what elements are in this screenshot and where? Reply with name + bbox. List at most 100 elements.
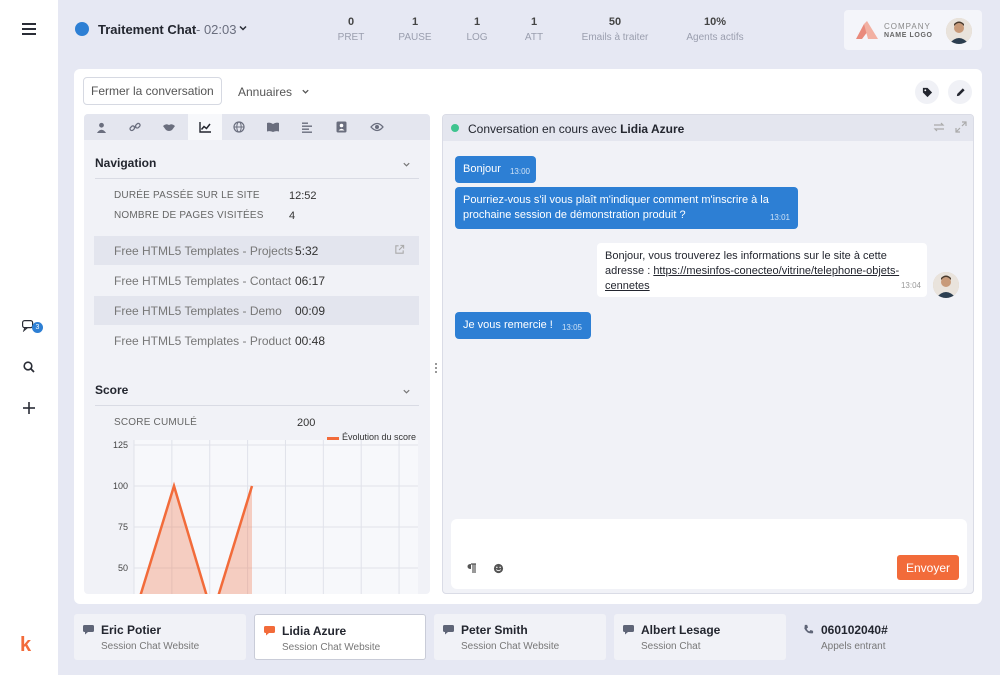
- message-link[interactable]: https://mesinfos-conecteo/vitrine/teleph…: [653, 265, 899, 277]
- visited-page-time: 06:17: [295, 274, 326, 288]
- align-left-icon: [302, 122, 312, 133]
- navigation-section-title: Navigation: [95, 156, 157, 170]
- cumulative-score-value: 200: [297, 417, 316, 429]
- tag-icon: [922, 87, 932, 97]
- transfer-icon[interactable]: [933, 121, 945, 136]
- eye-icon: [370, 122, 384, 132]
- session-type: Session Chat Website: [101, 641, 200, 652]
- chat-icon: [264, 625, 275, 639]
- pages-visited-label: NOMBRE DE PAGES VISITÉES: [114, 210, 264, 221]
- visited-page-time: 00:09: [295, 304, 326, 318]
- pencil-icon: [956, 87, 965, 96]
- message-text-line: Pourriez-vous s'il vous plaît m'indiquer…: [463, 194, 769, 206]
- score-section-title: Score: [95, 383, 129, 397]
- session-name: Eric Potier: [101, 623, 162, 637]
- incoming-message: Bonjour 13:00: [455, 156, 536, 183]
- tab-contact[interactable]: [84, 114, 118, 140]
- session-name: Lidia Azure: [282, 624, 347, 638]
- directories-label: Annuaires: [238, 85, 293, 99]
- session-type: Session Chat: [641, 641, 701, 652]
- session-name: 060102040#: [821, 623, 888, 637]
- session-tab[interactable]: 060102040# Appels entrant: [794, 614, 966, 660]
- session-tab[interactable]: Peter Smith Session Chat Website: [434, 614, 606, 660]
- status-chevron-down-icon[interactable]: [238, 22, 248, 36]
- visited-page-name: Free HTML5 Templates - Contact: [114, 274, 292, 288]
- time-on-site-value: 12:52: [289, 190, 317, 202]
- tab-contact-card[interactable]: [324, 114, 358, 140]
- link-icon: [129, 122, 141, 132]
- visited-page-row[interactable]: Free HTML5 Templates - Projects 5:32: [94, 236, 419, 265]
- message-text-line: Bonjour, vous trouverez les informations…: [605, 250, 887, 262]
- directories-dropdown[interactable]: Annuaires: [238, 85, 310, 99]
- tab-text[interactable]: [290, 114, 324, 140]
- score-divider: [95, 405, 419, 406]
- visited-page-time: 00:48: [295, 334, 326, 348]
- status-title[interactable]: Traitement Chat: [98, 22, 196, 37]
- tab-analytics[interactable]: [188, 114, 222, 140]
- message-time: 13:01: [769, 213, 790, 222]
- visited-page-name: Free HTML5 Templates - Projects: [114, 244, 294, 258]
- message-text: Bonjour: [463, 163, 501, 175]
- info-tabs: [84, 114, 430, 140]
- chat-icon: [443, 624, 454, 638]
- line-chart-icon: [198, 121, 211, 133]
- online-status-dot: [451, 124, 459, 132]
- visited-page-name: Free HTML5 Templates - Product: [114, 334, 292, 348]
- chat-panel: Conversation en cours avec Lidia Azure B…: [442, 114, 974, 594]
- stat-emails: 50 Emails à traiter: [581, 16, 649, 43]
- session-tab[interactable]: Eric Potier Session Chat Website: [74, 614, 246, 660]
- tag-button[interactable]: [915, 80, 939, 104]
- paragraph-format-icon[interactable]: [467, 563, 477, 577]
- chevron-down-icon: [302, 89, 310, 94]
- user-avatar[interactable]: [946, 18, 972, 44]
- visited-page-row[interactable]: Free HTML5 Templates - Demo 00:09: [94, 296, 419, 325]
- hamburger-menu-icon[interactable]: [18, 18, 40, 40]
- external-link-icon[interactable]: [394, 244, 405, 258]
- cumulative-score-label: SCORE CUMULÉ: [114, 417, 197, 428]
- handshake-icon: [163, 123, 175, 131]
- time-on-site-label: DURÉE PASSÉE SUR LE SITE: [114, 190, 260, 201]
- tab-views[interactable]: [360, 114, 394, 140]
- visitor-info-panel: Navigation DURÉE PASSÉE SUR LE SITE 12:5…: [84, 114, 430, 594]
- tab-links[interactable]: [118, 114, 152, 140]
- add-icon[interactable]: [18, 397, 40, 419]
- chat-header-title: Conversation en cours avec Lidia Azure: [468, 122, 684, 136]
- message-link[interactable]: cennetes: [605, 280, 650, 292]
- session-type: Session Chat Website: [461, 641, 560, 652]
- session-tab[interactable]: Albert Lesage Session Chat: [614, 614, 786, 660]
- y-tick-label: 125: [113, 440, 128, 450]
- close-conversation-button[interactable]: Fermer la conversation: [83, 77, 222, 105]
- tab-web[interactable]: [222, 114, 256, 140]
- chat-icon: [623, 624, 634, 638]
- chat-count-badge: 3: [32, 322, 43, 333]
- y-tick-label: 100: [113, 481, 128, 491]
- tab-handshake[interactable]: [152, 114, 186, 140]
- main-panel: Fermer la conversation Annuaires Navigat…: [74, 69, 982, 604]
- edit-button[interactable]: [948, 80, 972, 104]
- navigation-divider: [95, 178, 419, 179]
- visited-page-row[interactable]: Free HTML5 Templates - Contact 06:17: [94, 266, 419, 295]
- visited-page-row[interactable]: Free HTML5 Templates - Product 00:48: [94, 326, 419, 355]
- send-button[interactable]: Envoyer: [897, 555, 959, 580]
- chat-header: Conversation en cours avec Lidia Azure: [443, 115, 973, 141]
- y-tick-label: 50: [118, 563, 128, 573]
- visited-page-time: 5:32: [295, 244, 319, 258]
- score-chart: 255075100125: [113, 440, 418, 594]
- person-icon: [96, 122, 106, 133]
- expand-icon[interactable]: [955, 121, 967, 136]
- panel-resize-handle[interactable]: [434, 360, 438, 376]
- search-icon[interactable]: [18, 356, 40, 378]
- session-tab-active[interactable]: Lidia Azure Session Chat Website: [254, 614, 426, 660]
- tab-book[interactable]: [256, 114, 290, 140]
- message-composer[interactable]: Envoyer: [451, 519, 967, 589]
- visited-page-name: Free HTML5 Templates - Demo: [114, 304, 282, 318]
- chat-icon: [83, 624, 94, 638]
- navigation-collapse-chevron-icon[interactable]: [402, 158, 411, 172]
- y-tick-label: 75: [118, 522, 128, 532]
- globe-icon: [233, 121, 245, 133]
- emoji-icon[interactable]: [493, 563, 504, 577]
- status-indicator: [75, 22, 89, 36]
- status-timer: - 02:03: [196, 22, 237, 37]
- score-collapse-chevron-icon[interactable]: [402, 385, 411, 399]
- message-text-line: prochaine session de démonstration produ…: [463, 209, 686, 221]
